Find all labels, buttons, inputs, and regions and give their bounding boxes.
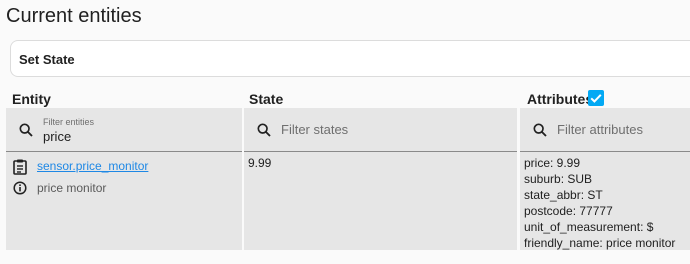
- clipboard-icon[interactable]: [13, 159, 27, 175]
- state-value: 9.99: [248, 156, 272, 170]
- attributes-checkbox[interactable]: [588, 90, 604, 106]
- attributes-cell: price: 9.99 suburb: SUB state_abbr: ST p…: [520, 152, 690, 250]
- check-icon: [590, 94, 602, 103]
- attribute-line: state_abbr: ST: [524, 188, 603, 202]
- page-title: Current entities: [6, 5, 142, 27]
- search-icon: [19, 123, 33, 137]
- entity-filter-field[interactable]: Filter entities price: [6, 108, 242, 152]
- attribute-line: price: 9.99: [524, 156, 581, 170]
- entity-friendly-name: price monitor: [37, 181, 107, 195]
- state-filter-placeholder: Filter states: [281, 122, 349, 137]
- state-cell: 9.99: [244, 152, 517, 250]
- attribute-line: suburb: SUB: [524, 172, 593, 186]
- attributes-filter-placeholder: Filter attributes: [557, 122, 643, 137]
- set-state-label: Set State: [19, 52, 75, 67]
- search-icon: [533, 123, 547, 137]
- entity-column-header: Entity: [12, 91, 51, 107]
- state-column-header: State: [249, 91, 284, 107]
- info-icon[interactable]: [13, 181, 27, 195]
- attribute-line: postcode: 77777: [524, 204, 613, 218]
- state-filter-field[interactable]: Filter states: [244, 108, 517, 152]
- attribute-line: unit_of_measurement: $: [524, 220, 654, 234]
- attribute-line: friendly_name: price monitor: [524, 236, 676, 250]
- attributes-filter-field[interactable]: Filter attributes: [520, 108, 690, 152]
- entity-filter-value: price: [43, 129, 72, 144]
- entity-filter-label: Filter entities: [43, 117, 95, 127]
- set-state-panel[interactable]: Set State: [10, 40, 690, 77]
- entity-cell: sensor.price_monitor price monitor: [6, 152, 242, 250]
- entity-id-link[interactable]: sensor.price_monitor: [37, 159, 148, 173]
- search-icon: [257, 123, 271, 137]
- attributes-column-header: Attributes: [527, 91, 594, 107]
